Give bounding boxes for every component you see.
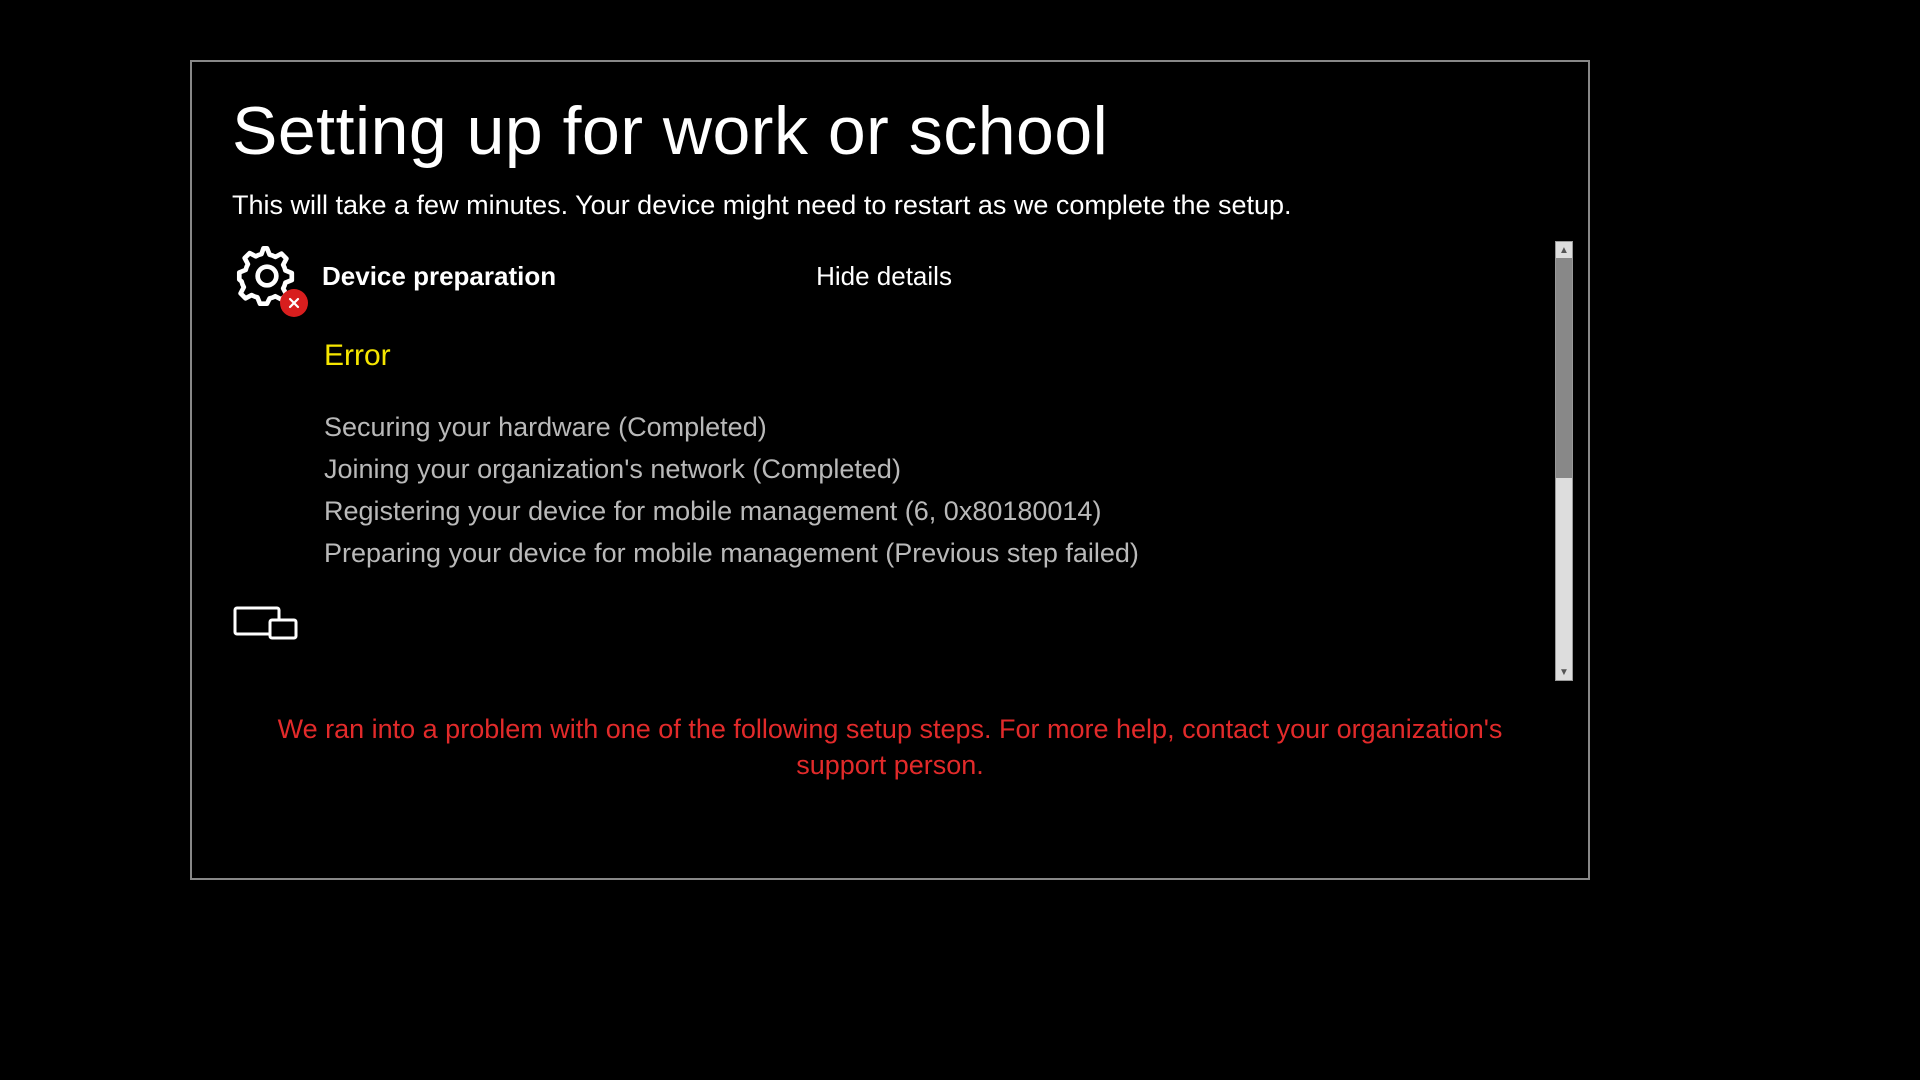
- scrollbar[interactable]: ▲ ▼: [1555, 241, 1573, 681]
- hide-details-toggle[interactable]: Hide details: [816, 261, 952, 292]
- details-panel: Error Securing your hardware (Completed)…: [324, 339, 1548, 574]
- setup-step: Joining your organization's network (Com…: [324, 449, 1548, 491]
- footer-error-message: We ran into a problem with one of the fo…: [242, 711, 1538, 784]
- error-badge-icon: [280, 289, 308, 317]
- page-title: Setting up for work or school: [232, 92, 1548, 170]
- page-subtitle: This will take a few minutes. Your devic…: [232, 190, 1548, 221]
- scroll-up-arrow-icon[interactable]: ▲: [1556, 242, 1572, 258]
- status-text: Error: [324, 339, 1548, 373]
- scroll-down-arrow-icon[interactable]: ▼: [1556, 664, 1572, 680]
- setup-dialog: Setting up for work or school This will …: [190, 60, 1590, 880]
- devices-icon: [232, 602, 1548, 647]
- section-label: Device preparation: [322, 261, 556, 292]
- device-preparation-row: Device preparation Hide details: [232, 241, 1548, 311]
- content-scroll-area: Device preparation Hide details Error Se…: [232, 241, 1548, 701]
- setup-step: Preparing your device for mobile managem…: [324, 533, 1548, 575]
- gear-icon: [232, 241, 302, 311]
- scrollbar-thumb[interactable]: [1556, 258, 1572, 478]
- setup-step: Registering your device for mobile manag…: [324, 491, 1548, 533]
- setup-step: Securing your hardware (Completed): [324, 407, 1548, 449]
